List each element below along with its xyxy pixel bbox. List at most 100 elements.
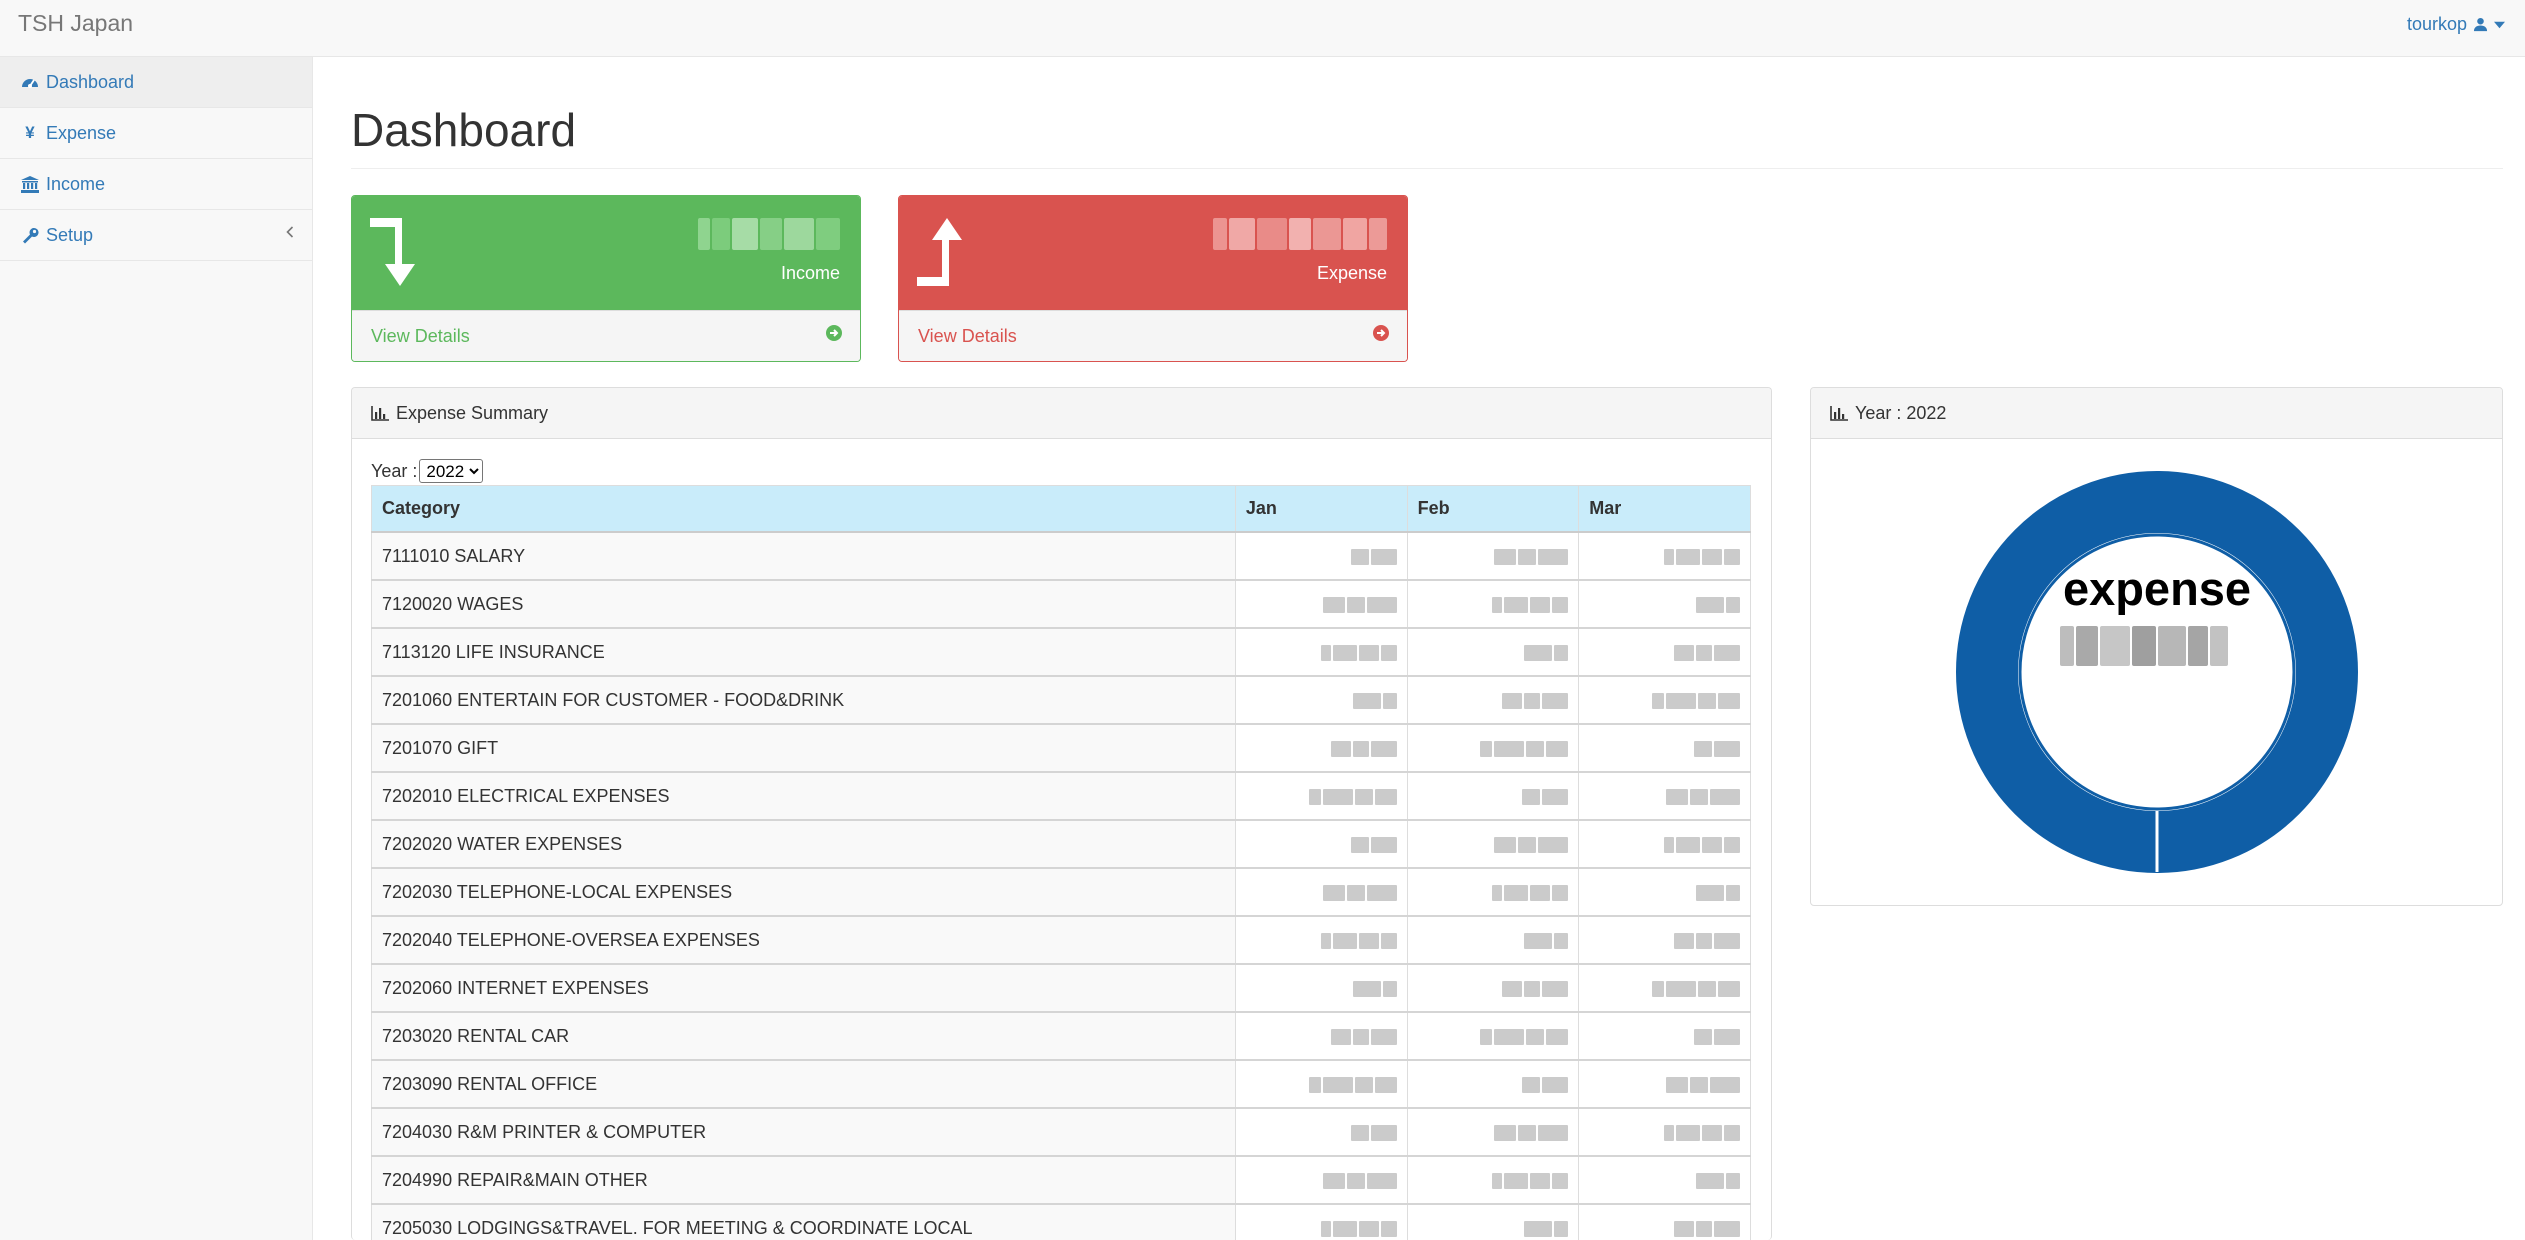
user-menu[interactable]: tourkop [2407,14,2505,35]
obscured-amount-cell [1578,819,1751,869]
obscured-amount-cell [1234,1155,1408,1205]
dashboard-icon [20,72,40,92]
table-row[interactable]: 7201070 GIFT [371,723,1751,773]
obscured-amount-cell [1406,1059,1580,1109]
obscured-amount-cell [1234,915,1408,965]
category-cell: 7203090 RENTAL OFFICE [371,1059,1236,1109]
obscured-amount-cell [1578,723,1751,773]
table-row[interactable]: 7120020 WAGES [371,579,1751,629]
obscured-amount-cell [1406,723,1580,773]
category-cell: 7201060 ENTERTAIN FOR CUSTOMER - FOOD&DR… [371,675,1236,725]
obscured-amount-cell [1406,1155,1580,1205]
obscured-amount-cell [1578,1155,1751,1205]
level-up-icon [917,218,962,286]
sidebar-item-setup[interactable]: Setup [0,210,312,261]
sidebar-item-income[interactable]: Income [0,159,312,210]
bar-chart-icon [371,405,389,421]
top-navbar: TSH Japan tourkop [0,0,2525,57]
category-cell: 7203020 RENTAL CAR [371,1011,1236,1061]
obscured-amount-cell [1234,963,1408,1013]
obscured-amount-cell [1406,675,1580,725]
brand-link[interactable]: TSH Japan [18,10,133,37]
donut-value-obscured [2060,626,2256,666]
table-row[interactable]: 7202030 TELEPHONE-LOCAL EXPENSES [371,867,1751,917]
obscured-amount-cell [1234,1107,1408,1157]
obscured-amount-cell [1578,531,1751,581]
obscured-amount-cell [1406,531,1580,581]
table-row[interactable]: 7202010 ELECTRICAL EXPENSES [371,771,1751,821]
column-header[interactable]: Mar [1578,485,1751,533]
year-select[interactable]: 2022 [419,459,484,483]
table-row[interactable]: 7203020 RENTAL CAR [371,1011,1751,1061]
category-cell: 7202040 TELEPHONE-OVERSEA EXPENSES [371,915,1236,965]
table-row[interactable]: 7203090 RENTAL OFFICE [371,1059,1751,1109]
category-cell: 7202030 TELEPHONE-LOCAL EXPENSES [371,867,1236,917]
user-name: tourkop [2406,14,2467,34]
expense-table: Category Jan Feb Mar 7111010 SALARY 71200… [371,485,1751,1240]
wrench-icon [20,225,40,245]
level-down-icon [370,218,415,286]
column-header[interactable]: Jan [1234,485,1408,533]
category-cell: 7205030 LODGINGS&TRAVEL. FOR MEETING & C… [371,1203,1236,1240]
sidebar-item-dashboard[interactable]: Dashboard [0,57,312,108]
obscured-amount-cell [1234,723,1408,773]
obscured-amount-cell [1406,627,1580,677]
obscured-amount-cell [1234,1203,1408,1240]
chevron-left-icon [286,226,294,238]
user-icon [2473,17,2488,32]
expense-summary-panel: Expense Summary Year : 2022 Category Jan… [351,387,1772,1240]
category-cell: 7202020 WATER EXPENSES [371,819,1236,869]
table-row[interactable]: 7204030 R&M PRINTER & COMPUTER [371,1107,1751,1157]
panel-title: Expense Summary [396,402,549,423]
obscured-amount-cell [1234,867,1408,917]
table-row[interactable]: 7202020 WATER EXPENSES [371,819,1751,869]
income-view-details[interactable]: View Details [352,310,860,361]
expense-view-details[interactable]: View Details [899,310,1407,361]
bar-chart-icon [1830,405,1848,421]
panel-heading: Expense Summary [352,388,1771,439]
table-row[interactable]: 7201060 ENTERTAIN FOR CUSTOMER - FOOD&DR… [371,675,1751,725]
obscured-amount-cell [1406,819,1580,869]
column-header[interactable]: Category [371,485,1236,533]
expense-panel: Expense View Details [898,195,1408,362]
obscured-amount-cell [1406,1203,1580,1240]
table-header-row: Category Jan Feb Mar [371,485,1751,533]
obscured-amount-cell [1578,771,1751,821]
obscured-amount-cell [1578,1059,1751,1109]
year-label: Year : [371,460,418,481]
view-details-link[interactable]: View Details [918,326,1017,347]
view-details-link[interactable]: View Details [371,326,470,347]
yen-icon: ¥ [25,123,35,142]
table-row[interactable]: 7202040 TELEPHONE-OVERSEA EXPENSES [371,915,1751,965]
category-cell: 7202010 ELECTRICAL EXPENSES [371,771,1236,821]
column-header[interactable]: Feb [1406,485,1580,533]
arrow-circle-right-icon [1373,325,1389,341]
title-divider [351,168,2503,169]
panel-heading: Year : 2022 [1811,388,2502,439]
obscured-amount-cell [1406,771,1580,821]
table-row[interactable]: 7111010 SALARY [371,531,1751,581]
obscured-amount-cell [1406,1011,1580,1061]
page-title: Dashboard [351,104,577,156]
obscured-amount-cell [1406,1107,1580,1157]
obscured-amount-cell [1578,1011,1751,1061]
sidebar-item-label: Income [46,173,106,194]
table-row[interactable]: 7204990 REPAIR&MAIN OTHER [371,1155,1751,1205]
table-row[interactable]: 7113120 LIFE INSURANCE [371,627,1751,677]
arrow-circle-right-icon [826,325,842,341]
expense-value-obscured [1213,218,1387,250]
category-cell: 7202060 INTERNET EXPENSES [371,963,1236,1013]
obscured-amount-cell [1578,1203,1751,1240]
obscured-amount-cell [1234,675,1408,725]
income-caption: Income [780,263,840,283]
obscured-amount-cell [1578,1107,1751,1157]
bank-icon [20,174,40,194]
obscured-amount-cell [1578,675,1751,725]
table-row[interactable]: 7205030 LODGINGS&TRAVEL. FOR MEETING & C… [371,1203,1751,1240]
obscured-amount-cell [1406,963,1580,1013]
expense-caption: Expense [1316,263,1387,283]
table-row[interactable]: 7202060 INTERNET EXPENSES [371,963,1751,1013]
year-chart-panel: Year : 2022 expense [1810,387,2503,906]
sidebar-item-expense[interactable]: ¥ Expense [0,108,312,159]
donut-ring[interactable] [1956,471,2358,873]
